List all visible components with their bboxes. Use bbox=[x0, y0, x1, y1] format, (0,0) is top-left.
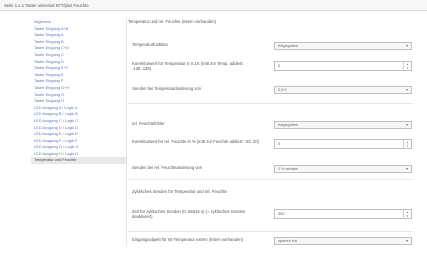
stepper-arrows-icon[interactable]: ▴ ▾ bbox=[403, 140, 411, 148]
sidebar-item-taster-e[interactable]: Taster Eingang E bbox=[31, 72, 126, 79]
humidity-function-select[interactable]: freigegeben ▾ bbox=[274, 121, 412, 129]
sidebar-item-temperatur-feuchte[interactable]: Temperatur und Feuchte bbox=[31, 157, 126, 165]
sidebar-item-led-b[interactable]: LED Ausgang B / Logik B bbox=[31, 111, 126, 118]
sidebar-item-taster-cd[interactable]: Taster Eingang C+D bbox=[31, 45, 126, 52]
stepper-arrows-icon[interactable]: ▴ ▾ bbox=[403, 62, 411, 70]
temp-send-change-value: 0,5 K bbox=[278, 88, 287, 92]
sidebar-item-led-h[interactable]: LED Ausgang H / Logik H bbox=[31, 151, 126, 158]
humidity-correction-label: Korrekturwert für rel. Feuchte in % (int… bbox=[132, 139, 260, 144]
sidebar-item-taster-b[interactable]: Taster Eingang B bbox=[31, 39, 126, 46]
cyclic-time-stepper[interactable]: 300 ▴ ▾ bbox=[274, 209, 412, 219]
humidity-correction-stepper[interactable]: 0 ▴ ▾ bbox=[274, 139, 412, 149]
temp-correction-value: 0 bbox=[278, 64, 281, 68]
cyclic-time-label: Zeit für zyklisches Senden (0..65534 s) … bbox=[132, 209, 246, 219]
window-title: Seite 1.1.1 Taster universal KFT/plus Fe… bbox=[0, 0, 427, 11]
sidebar-item-led-f[interactable]: LED Ausgang F / Logik F bbox=[31, 138, 126, 145]
temp-correction-label: Korrekturwert für Temperatur in 0,1K (in… bbox=[132, 61, 244, 71]
humidity-send-change-select[interactable]: 1 % senden ▾ bbox=[274, 165, 412, 173]
cyclic-time-value: 300 bbox=[278, 212, 285, 216]
temp-send-change-select[interactable]: 0,5 K ▾ bbox=[274, 86, 412, 94]
temp-function-value: freigegeben bbox=[278, 44, 299, 48]
settings-window: Seite 1.1.1 Taster universal KFT/plus Fe… bbox=[0, 0, 427, 279]
chevron-down-icon: ▾ bbox=[406, 44, 408, 48]
sidebar-nav: Allgemein Taster Eingang A+B Taster Eing… bbox=[31, 19, 127, 245]
humidity-function-value: freigegeben bbox=[278, 123, 299, 127]
temp-function-select[interactable]: freigegeben ▾ bbox=[274, 42, 412, 50]
humidity-send-change-value: 1 % senden bbox=[278, 167, 299, 171]
chevron-down-icon: ▾ bbox=[406, 88, 408, 92]
sidebar-item-taster-ab[interactable]: Taster Eingang A+B bbox=[31, 26, 126, 33]
stepper-arrows-icon[interactable]: ▴ ▾ bbox=[403, 210, 411, 218]
sidebar-item-taster-gh[interactable]: Taster Eingang G+H bbox=[31, 85, 126, 92]
sidebar-item-led-d[interactable]: LED Ausgang D / Logik D bbox=[31, 125, 126, 132]
chevron-down-icon: ▾ bbox=[406, 123, 408, 127]
section-divider bbox=[128, 103, 413, 104]
input-external-select[interactable]: sperren ein ▾ bbox=[274, 237, 412, 245]
temp-function-label: Temperaturfunktion bbox=[132, 42, 168, 47]
chevron-down-icon: ▾ bbox=[406, 239, 408, 243]
sidebar-item-led-a[interactable]: LED Ausgang A / Logik A bbox=[31, 105, 126, 112]
input-external-value: sperren ein bbox=[278, 239, 297, 243]
humidity-correction-value: 0 bbox=[278, 142, 281, 146]
sidebar-item-taster-h[interactable]: Taster Eingang H bbox=[31, 98, 126, 105]
temp-correction-stepper[interactable]: 0 ▴ ▾ bbox=[274, 61, 412, 71]
sidebar-item-taster-d[interactable]: Taster Eingang D bbox=[31, 59, 126, 66]
sidebar-item-taster-f[interactable]: Taster Eingang F bbox=[31, 78, 126, 85]
section-heading-cyclic: Zyklisches Senden für Temperatur und rel… bbox=[132, 189, 227, 194]
parameter-panel: Temperatur und rel. Feuchte (intern vorh… bbox=[128, 19, 418, 249]
temp-send-change-label: Senden bei Temperaturänderung von bbox=[132, 86, 202, 91]
humidity-function-label: rel. Feuchtefühler bbox=[132, 121, 165, 126]
section-heading-temp-humidity: Temperatur und rel. Feuchte (intern vorh… bbox=[128, 19, 216, 24]
sidebar-item-allgemein[interactable]: Allgemein bbox=[31, 19, 126, 26]
section-divider bbox=[128, 179, 413, 180]
sidebar-item-led-e[interactable]: LED Ausgang E / Logik E bbox=[31, 131, 126, 138]
sidebar-item-taster-g[interactable]: Taster Eingang G bbox=[31, 92, 126, 99]
sidebar-item-taster-a[interactable]: Taster Eingang A bbox=[31, 32, 126, 39]
humidity-send-change-label: Senden bei rel. Feuchteänderung von bbox=[132, 165, 203, 170]
chevron-down-icon: ▾ bbox=[406, 167, 408, 171]
sidebar-item-taster-ef[interactable]: Taster Eingang E+F bbox=[31, 65, 126, 72]
sidebar-item-led-g[interactable]: LED Ausgang G / Logik G bbox=[31, 144, 126, 151]
sidebar-item-led-c[interactable]: LED Ausgang C / Logik C bbox=[31, 118, 126, 125]
input-external-label: Eingangsobjekt für Ist-Temperatur extern… bbox=[132, 237, 244, 242]
section-divider bbox=[128, 231, 413, 232]
sidebar-item-taster-c[interactable]: Taster Eingang C bbox=[31, 52, 126, 59]
